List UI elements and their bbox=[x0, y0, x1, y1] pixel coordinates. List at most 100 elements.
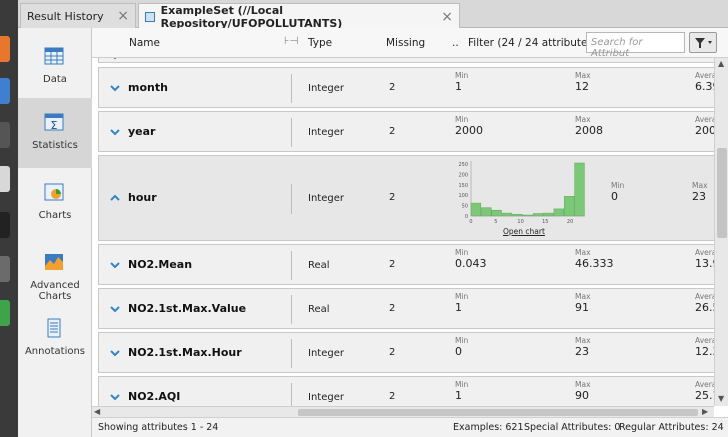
attribute-row[interactable] bbox=[98, 58, 714, 63]
min-label: Min bbox=[455, 248, 469, 257]
sidebar-item-label: Charts bbox=[38, 210, 72, 221]
max-value: 23 bbox=[575, 345, 589, 358]
average-value: 200 bbox=[695, 124, 714, 137]
max-value: 12 bbox=[575, 80, 589, 93]
min-value: 1 bbox=[455, 301, 462, 314]
average-label: Avera bbox=[695, 115, 714, 124]
max-value: 23 bbox=[692, 190, 706, 203]
scroll-left-icon[interactable]: ◀ bbox=[94, 407, 100, 416]
attribute-row-no2-aqi[interactable]: NO2.AQI Integer 2 Min 1 Max 90 Avera 25.… bbox=[98, 376, 714, 406]
attribute-missing: 2 bbox=[389, 303, 396, 314]
chevron-down-icon[interactable] bbox=[109, 58, 121, 62]
scroll-up-icon[interactable]: ▲ bbox=[718, 59, 724, 68]
attribute-row-hour[interactable]: hour Integer 2 250 200 150 100 50 0 0 5 10 15 20 … bbox=[98, 155, 714, 241]
average-value: 26.5 bbox=[695, 301, 714, 314]
table-icon bbox=[145, 11, 155, 22]
sidebar-item-label: Data bbox=[43, 74, 67, 85]
max-label: Max bbox=[575, 71, 591, 80]
view-sidebar: Data Σ Statistics Charts Advanced Charts… bbox=[18, 28, 92, 437]
tab-label: ExampleSet (//Local Repository/UFOPOLLUT… bbox=[160, 3, 343, 30]
sidebar-item-charts[interactable]: Charts bbox=[18, 168, 92, 238]
max-label: Max bbox=[575, 115, 591, 124]
chevron-down-icon[interactable] bbox=[109, 303, 121, 315]
chevron-down-icon[interactable] bbox=[109, 391, 121, 403]
scrollbar-thumb[interactable] bbox=[298, 409, 698, 416]
chevron-down-icon[interactable] bbox=[109, 82, 121, 94]
open-chart-link[interactable]: Open chart bbox=[503, 227, 545, 236]
attribute-missing: 2 bbox=[389, 259, 396, 270]
average-value: 13.9 bbox=[695, 257, 714, 270]
attribute-row-no2-mean[interactable]: NO2.Mean Real 2 Min 0.043 Max 46.333 Ave… bbox=[98, 244, 714, 285]
chevron-down-icon[interactable] bbox=[109, 259, 121, 271]
dock-app-icon[interactable] bbox=[0, 122, 10, 148]
y-tick-label: 150 bbox=[458, 183, 468, 189]
histogram-bar bbox=[501, 212, 513, 217]
max-value: 90 bbox=[575, 389, 589, 402]
column-header: Name ⊦⊣ Type Missing .. Filter (24 / 24 … bbox=[92, 28, 728, 59]
x-tick-label: 10 bbox=[517, 219, 523, 225]
advanced-charts-icon bbox=[45, 254, 63, 270]
horizontal-scrollbar[interactable]: ◀ ▶ bbox=[92, 406, 714, 417]
attribute-type: Integer bbox=[308, 83, 344, 94]
attribute-row-month[interactable]: month Integer 2 Min 1 Max 12 Avera 6.39 bbox=[98, 67, 714, 108]
close-icon[interactable]: × bbox=[117, 8, 129, 24]
sidebar-item-advanced-charts[interactable]: Advanced Charts bbox=[18, 238, 92, 308]
dock-app-icon[interactable] bbox=[0, 212, 10, 238]
divider bbox=[291, 251, 292, 280]
min-label: Min bbox=[455, 336, 469, 345]
search-input[interactable]: Search for Attribut bbox=[586, 32, 685, 59]
divider bbox=[291, 118, 292, 147]
chevron-up-icon[interactable] bbox=[109, 192, 121, 204]
attribute-row-no2-1st-max-value[interactable]: NO2.1st.Max.Value Real 2 Min 1 Max 91 Av… bbox=[98, 288, 714, 329]
column-resize-handle[interactable]: ⊦⊣ bbox=[284, 35, 299, 47]
min-value: 0 bbox=[455, 345, 462, 358]
filter-label: Filter (24 / 24 attributes): bbox=[468, 37, 601, 49]
tab-exampleset[interactable]: ExampleSet (//Local Repository/UFOPOLLUT… bbox=[138, 3, 460, 30]
attribute-missing: 2 bbox=[389, 82, 396, 93]
attribute-row-year[interactable]: year Integer 2 Min 2000 Max 2008 Avera 2… bbox=[98, 111, 714, 152]
histogram-bar bbox=[532, 213, 544, 217]
max-value: 46.333 bbox=[575, 257, 614, 270]
tab-result-history[interactable]: Result History × bbox=[20, 3, 136, 28]
hour-histogram-chart[interactable]: 250 200 150 100 50 0 0 5 10 15 20 bbox=[449, 158, 589, 232]
dock-app-icon[interactable] bbox=[0, 78, 10, 104]
app-window: Result History × ExampleSet (//Local Rep… bbox=[0, 0, 728, 437]
filter-button[interactable] bbox=[689, 32, 717, 53]
column-header-missing[interactable]: Missing bbox=[386, 37, 425, 49]
dock-app-icon[interactable] bbox=[0, 166, 10, 192]
sidebar-item-annotations[interactable]: Annotations bbox=[18, 304, 92, 374]
vertical-scrollbar[interactable]: ▲ ▼ bbox=[714, 58, 728, 406]
max-label: Max bbox=[575, 248, 591, 257]
attribute-type: Real bbox=[308, 304, 330, 315]
column-header-name[interactable]: Name bbox=[129, 37, 160, 49]
chevron-down-icon[interactable] bbox=[109, 126, 121, 138]
average-label: Avera bbox=[695, 292, 714, 301]
histogram-bar bbox=[574, 162, 585, 217]
attribute-missing: 2 bbox=[389, 391, 396, 402]
attribute-name: hour bbox=[128, 191, 157, 204]
attribute-name: year bbox=[128, 125, 156, 138]
attribute-type: Integer bbox=[308, 348, 344, 359]
average-value: 12.3 bbox=[695, 345, 714, 358]
average-value: 6.39 bbox=[695, 80, 714, 93]
attribute-type: Integer bbox=[308, 127, 344, 138]
x-tick-label: 20 bbox=[567, 219, 573, 225]
scrollbar-thumb[interactable] bbox=[717, 148, 727, 238]
chevron-down-icon[interactable] bbox=[109, 347, 121, 359]
dock-app-icon[interactable] bbox=[0, 256, 10, 282]
divider bbox=[291, 74, 292, 103]
min-value: 1 bbox=[455, 389, 462, 402]
scroll-down-icon[interactable]: ▼ bbox=[718, 394, 724, 403]
sidebar-item-data[interactable]: Data bbox=[18, 32, 92, 102]
close-icon[interactable]: × bbox=[441, 9, 453, 25]
dock-app-icon[interactable] bbox=[0, 300, 10, 326]
tab-label: Result History bbox=[27, 9, 104, 23]
dock-app-icon[interactable] bbox=[0, 36, 10, 62]
attribute-type: Real bbox=[308, 260, 330, 271]
column-header-more[interactable]: .. bbox=[452, 37, 459, 49]
column-header-type[interactable]: Type bbox=[308, 37, 332, 49]
min-label: Min bbox=[455, 115, 469, 124]
sidebar-item-statistics[interactable]: Σ Statistics bbox=[18, 98, 92, 168]
attribute-row-no2-1st-max-hour[interactable]: NO2.1st.Max.Hour Integer 2 Min 0 Max 23 … bbox=[98, 332, 714, 373]
scroll-right-icon[interactable]: ▶ bbox=[702, 407, 708, 416]
